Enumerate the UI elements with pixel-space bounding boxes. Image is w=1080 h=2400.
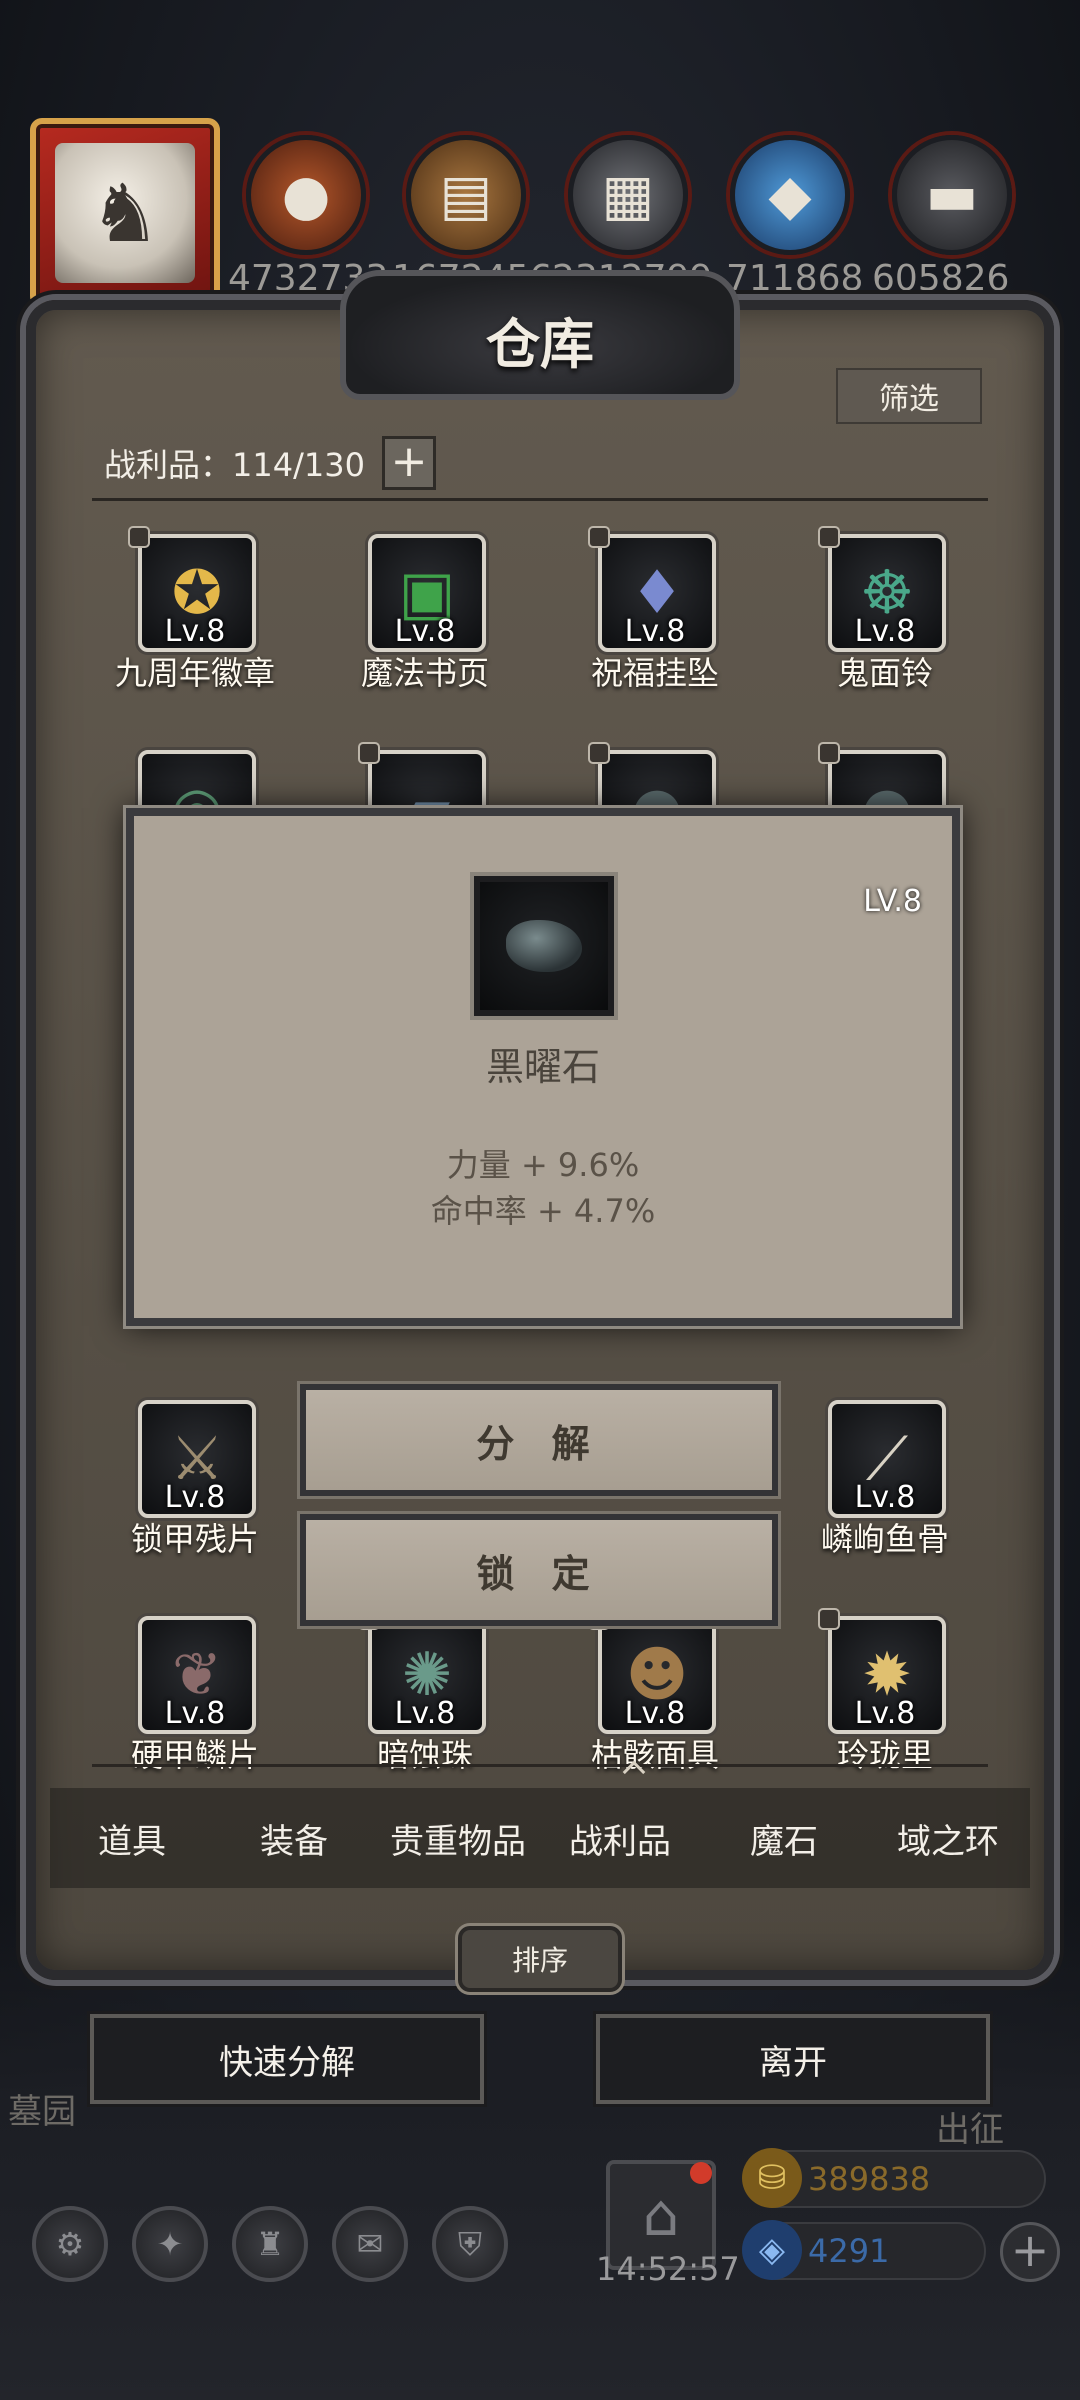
item-name: 暗蚀珠	[376, 1736, 473, 1774]
tab-equipment[interactable]: 装备	[214, 1814, 374, 1863]
castle-icon[interactable]: ♜	[232, 2206, 308, 2282]
gift-timer: 14:52:57	[596, 2250, 740, 2288]
item-level: Lv.8	[164, 1480, 226, 1515]
item-level: Lv.8	[624, 614, 686, 649]
graveyard-label[interactable]: 墓园	[8, 2084, 76, 2133]
item-slot[interactable]: ❦ Lv.8 硬甲鳞片	[100, 1616, 290, 1816]
item-name: 锁甲残片	[130, 1520, 259, 1558]
item-name: 祝福挂坠	[590, 654, 719, 692]
item-name: 硬甲鳞片	[130, 1736, 259, 1774]
gold-coin-icon: ⛁	[742, 2148, 802, 2208]
item-level: Lv.8	[164, 614, 226, 649]
lock-icon	[818, 742, 840, 764]
item-level: Lv.8	[624, 1696, 686, 1731]
item-slot[interactable]: ☻ Lv.8 枯骸面具	[560, 1608, 750, 1816]
item-slot[interactable]: ♦ Lv.8 祝福挂坠	[560, 526, 750, 734]
star-icon[interactable]: ✦	[132, 2206, 208, 2282]
tab-loot[interactable]: 战利品	[540, 1814, 700, 1863]
tab-domain-rings[interactable]: 域之环	[868, 1814, 1028, 1863]
mail-icon[interactable]: ✉	[332, 2206, 408, 2282]
player-avatar[interactable]: ♞	[30, 118, 220, 308]
add-currency-button[interactable]: +	[1000, 2222, 1060, 2282]
item-level: Lv.8	[854, 1480, 916, 1515]
gem-value: 4291	[808, 2232, 890, 2270]
lock-icon	[588, 742, 610, 764]
divider	[92, 1764, 988, 1767]
item-name: 魔法书页	[360, 654, 489, 692]
item-slot[interactable]: ⚔ Lv.8 锁甲残片	[100, 1400, 290, 1600]
tooltip-item-name: 黑曜石	[485, 1045, 600, 1089]
lock-icon	[358, 742, 380, 764]
item-tooltip: LV.8 黑曜石 力量 + 9.6% 命中率 + 4.7%	[126, 808, 960, 1326]
item-slot[interactable]: ✪ Lv.8 九周年徽章	[100, 526, 290, 734]
capacity-label: 战利品：114/130	[104, 446, 365, 484]
tab-valuables[interactable]: 贵重物品	[378, 1814, 538, 1863]
wood-icon[interactable]: ▤	[406, 135, 526, 255]
iron-icon[interactable]: ▬	[892, 135, 1012, 255]
expand-capacity-button[interactable]: +	[382, 436, 436, 490]
item-level: Lv.8	[854, 614, 916, 649]
tooltip-stat: 命中率 + 4.7%	[430, 1192, 656, 1230]
shield-icon[interactable]: ⛨	[432, 2206, 508, 2282]
obsidian-stone-shape	[506, 920, 582, 972]
item-name: 枯骸面具	[590, 1736, 719, 1774]
item-level: Lv.8	[854, 1696, 916, 1731]
gold-value: 389838	[808, 2160, 931, 2198]
expedition-label[interactable]: 出征	[936, 2102, 1004, 2151]
divider	[92, 498, 988, 501]
item-level: Lv.8	[394, 1696, 456, 1731]
item-name: 鬼面铃	[836, 654, 933, 692]
tab-magic-stones[interactable]: 魔石	[704, 1814, 864, 1863]
item-level: Lv.8	[164, 1696, 226, 1731]
lock-icon	[818, 1608, 840, 1630]
item-slot[interactable]: ✹ Lv.8 玲珑里	[790, 1608, 980, 1816]
lock-icon	[818, 526, 840, 548]
quick-decompose-button[interactable]: 快速分解	[90, 2014, 484, 2104]
item-slot[interactable]: ▣ Lv.8 魔法书页	[330, 534, 520, 734]
crystal-icon[interactable]: ◆	[730, 135, 850, 255]
lock-button[interactable]: 锁 定	[300, 1514, 778, 1626]
tab-items[interactable]: 道具	[52, 1814, 212, 1863]
sort-button[interactable]: 排序	[458, 1926, 622, 1992]
tooltip-stat: 力量 + 9.6%	[446, 1146, 640, 1184]
tooltip-level: LV.8	[863, 884, 922, 919]
stone-icon[interactable]: ▦	[568, 135, 688, 255]
item-slot[interactable]: ☸ Lv.8 鬼面铃	[790, 526, 980, 734]
horse-emblem-icon: ♞	[55, 143, 195, 283]
notification-dot	[690, 2162, 712, 2184]
item-slot[interactable]: ⟋ Lv.8 嶙峋鱼骨	[790, 1400, 980, 1600]
crystal-value: 711868	[726, 258, 864, 299]
filter-button[interactable]: 筛选	[836, 368, 982, 424]
gem-icon: ◈	[742, 2220, 802, 2280]
lock-icon	[128, 526, 150, 548]
obsidian-icon	[474, 876, 614, 1016]
decompose-button[interactable]: 分 解	[300, 1384, 778, 1496]
settings-icon[interactable]: ⚙	[32, 2206, 108, 2282]
item-name: 玲珑里	[836, 1736, 933, 1774]
leave-button[interactable]: 离开	[596, 2014, 990, 2104]
item-slot[interactable]: ✺ Lv.8 暗蚀珠	[330, 1608, 520, 1816]
item-name: 九周年徽章	[114, 654, 275, 692]
iron-value: 605826	[872, 258, 1010, 299]
lock-icon	[588, 526, 610, 548]
item-level: Lv.8	[394, 614, 456, 649]
meat-icon[interactable]: ●	[246, 135, 366, 255]
item-name: 嶙峋鱼骨	[820, 1520, 949, 1558]
